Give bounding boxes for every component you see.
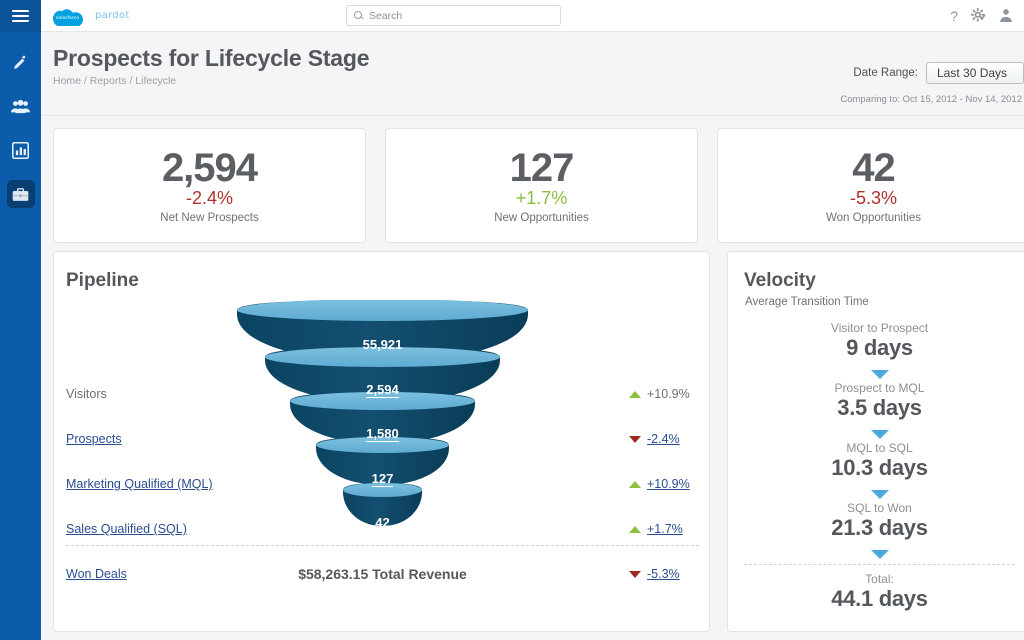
down-arrow-icon: [728, 430, 1024, 439]
funnel-stage-link[interactable]: Prospects: [66, 432, 122, 446]
wand-icon: [14, 54, 26, 69]
funnel-chart: 55,921 2,594 1,580 127 42 Visitors Prosp…: [54, 300, 711, 585]
funnel-delta[interactable]: -2.4%: [629, 432, 680, 446]
kpi-delta: -5.3%: [849, 188, 898, 209]
velocity-step-caption: MQL to SQL: [846, 441, 913, 455]
velocity-step-value: 9 days: [846, 335, 913, 360]
help-icon[interactable]: ?: [950, 9, 958, 23]
hamburger-menu-button[interactable]: [0, 0, 41, 32]
arrow-up-icon: [629, 390, 641, 398]
chart-icon: [12, 141, 29, 159]
kpi-delta: +1.7%: [515, 188, 568, 209]
velocity-step-value: 3.5 days: [837, 395, 922, 420]
app-root: salesforce pardot ?: [0, 0, 1024, 640]
velocity-total-caption: Total:: [865, 572, 894, 586]
kpi-card-row: 2,594 -2.4% Net New Prospects 127 +1.7% …: [53, 128, 1024, 243]
pardot-wordmark: pardot: [95, 10, 130, 21]
kpi-caption: Won Opportunities: [825, 211, 922, 224]
funnel-delta[interactable]: +10.9%: [629, 477, 690, 491]
pipeline-divider: [66, 545, 699, 546]
funnel-delta: +10.9%: [629, 387, 690, 401]
page-title: Prospects for Lifecycle Stage: [53, 45, 370, 71]
search-icon: [354, 11, 363, 20]
velocity-step: MQL to SQL 10.3 days: [728, 441, 1024, 481]
arrow-up-icon: [629, 480, 641, 488]
kpi-card: 42 -5.3% Won Opportunities: [717, 128, 1024, 243]
funnel-stage-label-prospects[interactable]: Prospects: [66, 432, 122, 446]
down-arrow-icon: [728, 490, 1024, 499]
kpi-card: 2,594 -2.4% Net New Prospects: [53, 128, 366, 243]
velocity-total: Total: 44.1 days: [728, 572, 1024, 612]
gear-icon[interactable]: [970, 7, 986, 25]
arrow-down-icon: [629, 435, 641, 443]
velocity-step-value: 21.3 days: [831, 515, 928, 540]
date-range-control: Date Range: Last 30 Days: [853, 62, 1024, 84]
funnel-stage-label-sql[interactable]: Sales Qualified (SQL): [66, 522, 187, 536]
funnel-delta-value: +10.9%: [647, 387, 690, 401]
kpi-card: 127 +1.7% New Opportunities: [385, 128, 698, 243]
velocity-step-value: 10.3 days: [831, 455, 928, 480]
salesforce-cloud-icon: salesforce: [51, 6, 91, 26]
velocity-step: SQL to Won 21.3 days: [728, 501, 1024, 541]
velocity-total-value: 44.1 days: [831, 586, 928, 611]
down-arrow-icon: [728, 550, 1024, 559]
funnel-delta-value[interactable]: -2.4%: [647, 432, 680, 446]
down-arrow-icon: [728, 370, 1024, 379]
velocity-panel: Velocity Average Transition Time Visitor…: [727, 251, 1024, 632]
top-bar-icons: ?: [950, 0, 1013, 32]
funnel-delta[interactable]: +1.7%: [629, 522, 683, 536]
sidebar-item-business[interactable]: [0, 172, 41, 216]
velocity-step: Visitor to Prospect 9 days: [728, 321, 1024, 361]
velocity-step-caption: Visitor to Prospect: [830, 321, 929, 335]
funnel-graphic: [237, 300, 528, 526]
people-icon: [11, 99, 30, 113]
pipeline-panel: Pipeline 55,921 2,594 1,580 127 42 Visit…: [53, 251, 710, 632]
pardot-logo[interactable]: salesforce pardot: [51, 6, 130, 26]
user-avatar-icon[interactable]: [999, 8, 1013, 24]
top-bar: salesforce pardot ?: [41, 0, 1024, 32]
velocity-step-caption: Prospect to MQL: [834, 381, 925, 395]
briefcase-icon: [12, 187, 29, 201]
left-nav-rail: [0, 0, 41, 640]
sidebar-item-prospects[interactable]: [0, 84, 41, 128]
search-box[interactable]: [346, 5, 561, 26]
hamburger-menu-icon: [12, 7, 29, 25]
arrow-up-icon: [629, 525, 641, 533]
svg-text:salesforce: salesforce: [56, 14, 79, 20]
velocity-subtitle: Average Transition Time: [745, 296, 869, 308]
page-header: Prospects for Lifecycle Stage Home / Rep…: [41, 32, 1024, 116]
velocity-divider: [744, 564, 1015, 565]
velocity-step: Prospect to MQL 3.5 days: [728, 381, 1024, 421]
breadcrumb[interactable]: Home / Reports / Lifecycle: [53, 75, 176, 87]
kpi-delta: -2.4%: [185, 188, 234, 209]
sidebar-item-reports[interactable]: [0, 128, 41, 172]
funnel-stage-label-mql[interactable]: Marketing Qualified (MQL): [66, 477, 213, 491]
funnel-stage-link[interactable]: Marketing Qualified (MQL): [66, 477, 213, 491]
funnel-delta-value[interactable]: +1.7%: [647, 522, 683, 536]
search-input[interactable]: [369, 9, 553, 22]
sidebar-item-marketing[interactable]: [0, 40, 41, 84]
funnel-stage-link[interactable]: Sales Qualified (SQL): [66, 522, 187, 536]
kpi-value: 2,594: [161, 146, 258, 191]
kpi-value: 127: [509, 146, 575, 191]
funnel-delta-value[interactable]: +10.9%: [647, 477, 690, 491]
date-range-select[interactable]: Last 30 Days: [926, 62, 1024, 84]
kpi-caption: Net New Prospects: [160, 211, 259, 224]
funnel-stage-label-visitors: Visitors: [66, 387, 107, 401]
sidebar-active-chip: [6, 180, 35, 208]
total-revenue-label: $58,263.15 Total Revenue: [298, 566, 467, 582]
kpi-caption: New Opportunities: [494, 211, 589, 224]
kpi-value: 42: [852, 146, 895, 191]
date-range-label: Date Range:: [853, 67, 918, 79]
velocity-title: Velocity: [744, 270, 816, 291]
comparing-to-text: Comparing to: Oct 15, 2012 - Nov 14, 201…: [840, 94, 1022, 105]
pipeline-title: Pipeline: [66, 270, 139, 291]
velocity-step-caption: SQL to Won: [847, 501, 912, 515]
